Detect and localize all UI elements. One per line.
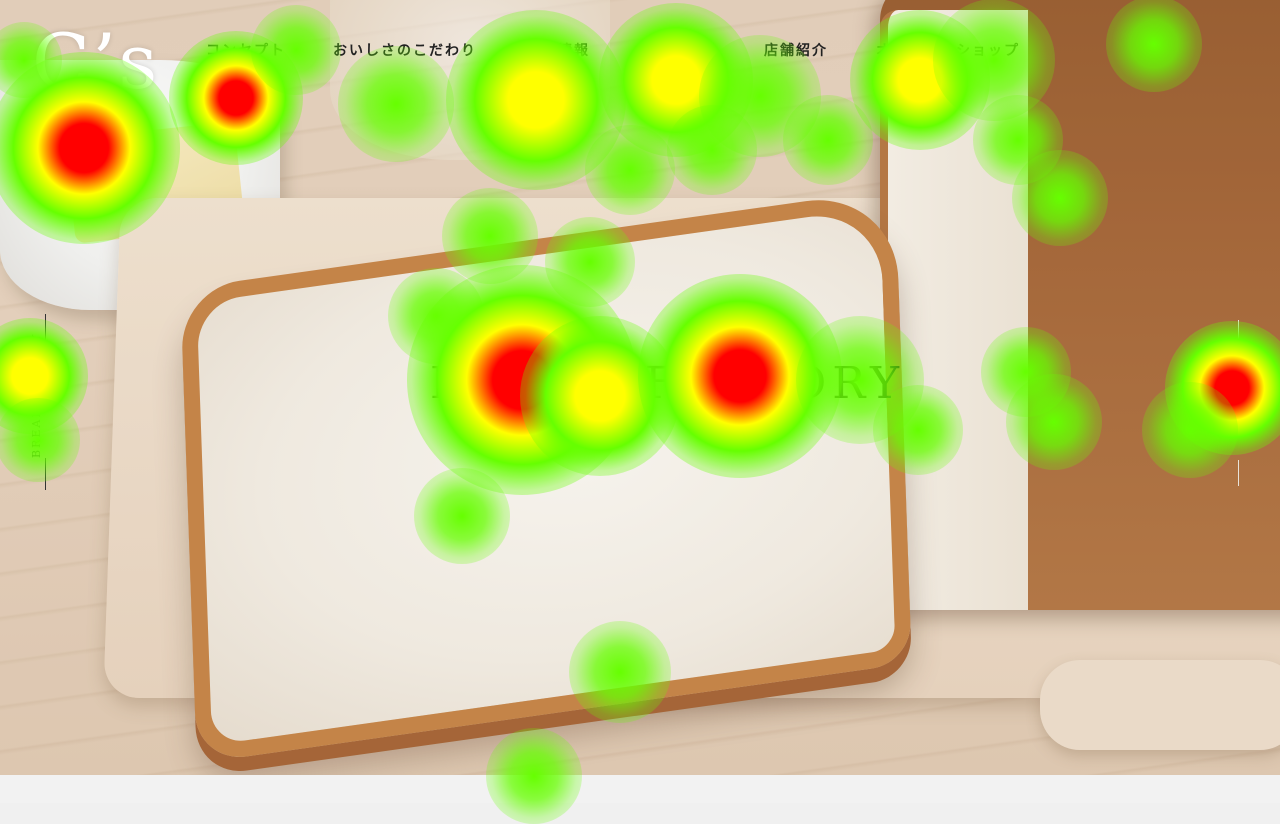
nav-item-products[interactable]: 商品情報 (526, 40, 637, 64)
instagram-icon[interactable] (1228, 408, 1250, 430)
hero-title: BREAD FACTORY (430, 358, 906, 409)
nav-item-stores[interactable]: 店舗紹介 (764, 40, 876, 64)
page-bottom-strip (0, 775, 1280, 803)
side-label: BREAD FACTORY (28, 314, 64, 490)
global-nav: コンセプト おいしさのこだわり 商品情報 食パン配送 店舗紹介 オンラインショッ… (206, 40, 1036, 64)
nav-item-commitment[interactable]: おいしさのこだわり (333, 40, 526, 64)
social-line-top (1238, 320, 1239, 344)
site-logo[interactable]: C’s e (32, 24, 172, 144)
logo-subtext: e (140, 112, 154, 137)
nav-item-online-shop[interactable]: オンラインショップ (876, 40, 1036, 64)
side-line-top (45, 314, 46, 346)
nav-item-delivery[interactable]: 食パン配送 (637, 40, 764, 64)
social-links (1222, 320, 1256, 486)
logo-mark: C’s (32, 17, 160, 106)
nav-item-concept[interactable]: コンセプト (206, 40, 333, 64)
side-label-text: BREAD FACTORY (30, 332, 43, 458)
side-line-bottom (45, 458, 46, 490)
hero-image: C’s e コンセプト おいしさのこだわり 商品情報 食パン配送 店舗紹介 オン… (0, 0, 1280, 775)
social-line-bottom (1238, 460, 1239, 486)
